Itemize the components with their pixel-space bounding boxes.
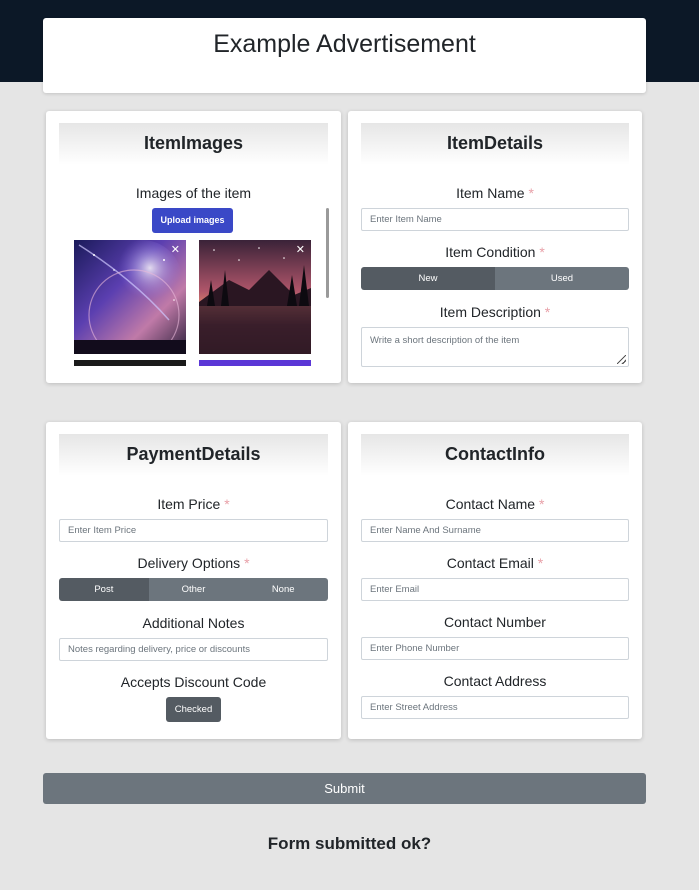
remove-image-icon[interactable]: ✕ [296,245,305,256]
payment-details-card: PaymentDetails Item Price * Enter Item P… [46,422,341,739]
delivery-other-button[interactable]: Other [148,578,239,601]
required-mark: * [538,496,545,512]
resize-handle-icon[interactable] [617,355,626,364]
contact-info-card: ContactInfo Contact Name * Enter Name An… [348,422,642,739]
contact-address-label: Contact Address [443,673,547,689]
next-thumbnail-edge [74,360,186,366]
condition-used-button[interactable]: Used [495,267,629,290]
required-mark: * [544,304,551,320]
item-details-heading: ItemDetails [361,123,629,165]
page-title: Example Advertisement [213,30,476,58]
contact-name-input[interactable]: Enter Name And Surname [361,519,629,542]
payment-details-heading: PaymentDetails [59,434,328,476]
item-price-label-text: Item Price [157,496,221,512]
contact-info-heading: ContactInfo [361,434,629,476]
delivery-none-button[interactable]: None [238,578,328,601]
delivery-options-toggle: Post Other None [59,578,328,601]
required-mark: * [224,496,230,512]
additional-notes-input[interactable]: Notes regarding delivery, price or disco… [59,638,328,661]
item-price-label: Item Price * [59,496,328,512]
item-description-label-text: Item Description [439,304,541,320]
form-status-text: Form submitted ok? [267,834,432,853]
upload-images-button[interactable]: Upload images [152,208,233,233]
item-name-label-text: Item Name [456,185,525,201]
required-mark: * [528,185,534,201]
mountain-night-image [199,240,311,354]
delivery-options-label-text: Delivery Options [137,555,241,571]
contact-number-label: Contact Number [444,614,546,630]
item-image-thumbnail[interactable]: ✕ [74,240,186,354]
item-condition-label-text: Item Condition [445,244,536,260]
delivery-post-button[interactable]: Post [59,578,149,601]
contact-name-label-text: Contact Name [445,496,536,512]
condition-new-button[interactable]: New [361,267,495,290]
contact-email-label-text: Contact Email [446,555,534,571]
discount-checked-button[interactable]: Checked [166,697,221,722]
galaxy-image [74,240,186,354]
next-thumbnail-edge [199,360,311,366]
item-description-placeholder: Write a short description of the item [370,335,520,346]
contact-email-label: Contact Email * [361,555,629,571]
additional-notes-label: Additional Notes [142,615,245,631]
item-images-heading: ItemImages [59,123,328,165]
images-scrollbar[interactable] [326,208,329,298]
header-card: Example Advertisement [43,18,646,93]
required-mark: * [539,244,545,260]
item-details-card: ItemDetails Item Name * Enter Item Name … [348,111,642,383]
submit-button[interactable]: Submit [43,773,646,804]
delivery-options-label: Delivery Options * [59,555,328,571]
required-mark: * [537,555,544,571]
item-images-card: ItemImages Images of the item Upload ima… [46,111,341,383]
contact-address-input[interactable]: Enter Street Address [361,696,629,719]
item-price-input[interactable]: Enter Item Price [59,519,328,542]
item-image-thumbnail[interactable]: ✕ [199,240,311,354]
contact-email-input[interactable]: Enter Email [361,578,629,601]
images-label: Images of the item [135,185,252,201]
contact-number-input[interactable]: Enter Phone Number [361,637,629,660]
item-condition-toggle: New Used [361,267,629,290]
discount-code-label: Accepts Discount Code [120,674,267,690]
item-description-label: Item Description * [361,304,629,320]
item-name-input[interactable]: Enter Item Name [361,208,629,231]
required-mark: * [244,555,250,571]
item-condition-label: Item Condition * [361,244,629,260]
item-name-label: Item Name * [361,185,629,201]
remove-image-icon[interactable]: ✕ [171,245,180,256]
contact-name-label: Contact Name * [361,496,629,512]
item-description-textarea[interactable]: Write a short description of the item [361,327,629,367]
